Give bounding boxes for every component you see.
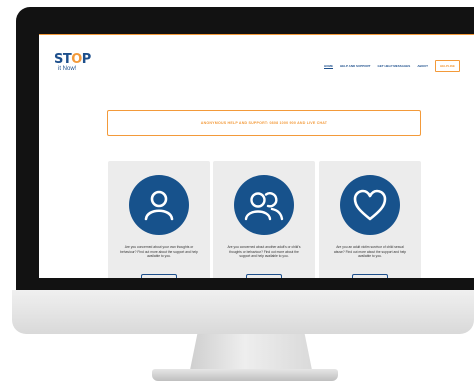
card-more-button[interactable] — [352, 274, 388, 278]
nav-item-help-and-support[interactable]: HELP AND SUPPORT — [340, 64, 371, 68]
support-card-self[interactable]: Are you concerned about your own thought… — [108, 161, 210, 278]
card-more-button[interactable] — [246, 274, 282, 278]
main-nav: HOME HELP AND SUPPORT GET HELP MESSAGES … — [324, 60, 460, 72]
support-card-survivor[interactable]: Are you an adult victim survivor of chil… — [319, 161, 421, 278]
support-card-other[interactable]: Are you concerned about another adult's … — [213, 161, 315, 278]
logo-word: STOP — [54, 52, 91, 67]
nav-item-get-help-messages[interactable]: GET HELP MESSAGES — [378, 64, 411, 68]
site-logo[interactable]: STOP it Now! — [54, 53, 94, 83]
monitor-frame: STOP it Now! HOME HELP AND SUPPORT GET H… — [16, 7, 474, 290]
card-text: Are you an adult victim survivor of chil… — [333, 245, 407, 259]
monitor-chin — [12, 290, 474, 334]
helpline-button[interactable]: HELPLINE — [434, 60, 460, 72]
two-people-icon — [234, 175, 294, 235]
card-more-button[interactable] — [141, 274, 177, 278]
card-text: Are you concerned about another adult's … — [227, 245, 301, 259]
monitor-screen: STOP it Now! HOME HELP AND SUPPORT GET H… — [39, 34, 474, 278]
nav-item-home[interactable]: HOME — [324, 64, 333, 68]
top-accent-bar — [39, 34, 474, 35]
logo-sub: it Now! — [58, 66, 77, 72]
helpline-banner[interactable]: ANONYMOUS HELP AND SUPPORT: 0808 1000 90… — [107, 110, 421, 136]
person-icon — [129, 175, 189, 235]
monitor-stand — [190, 334, 312, 370]
monitor-base — [152, 369, 338, 381]
card-text: Are you concerned about your own thought… — [120, 245, 198, 259]
banner-text: ANONYMOUS HELP AND SUPPORT: 0808 1000 90… — [200, 121, 328, 125]
heart-icon — [340, 175, 400, 235]
nav-item-about[interactable]: ABOUT — [417, 64, 428, 68]
